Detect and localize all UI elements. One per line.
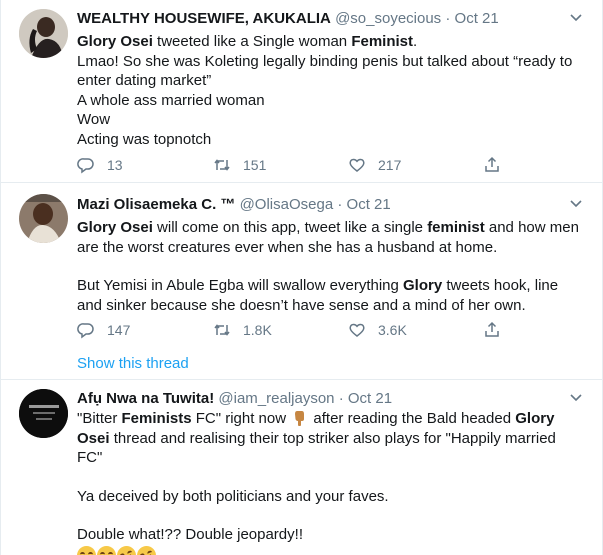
timeline: WEALTHY HOUSEWIFE, AKUKALIA @so_soyeciou… xyxy=(0,0,603,555)
show-thread-link[interactable]: Show this thread xyxy=(77,354,189,374)
reply-count: 147 xyxy=(107,322,131,338)
chevron-down-icon[interactable] xyxy=(568,9,584,25)
bold-text: Glory Osei xyxy=(77,33,153,50)
tweet-text: Glory Osei will come on this app, tweet … xyxy=(77,218,584,315)
text-run: But Yemisi in Abule Egba will swallow ev… xyxy=(77,277,404,294)
bold-text: feminist xyxy=(427,219,485,236)
tweet-date[interactable]: Oct 21 xyxy=(348,390,392,407)
tweet-text: "Bitter Feminists FC" right now after re… xyxy=(77,409,584,555)
reply-icon xyxy=(77,158,94,174)
tweet-line: A whole ass married woman xyxy=(77,91,584,111)
text-run: A whole ass married woman xyxy=(77,91,265,109)
emoji-row xyxy=(77,542,584,555)
separator-dot: · xyxy=(338,390,344,407)
text-run: Acting was topnotch xyxy=(77,130,212,148)
retweet-button[interactable]: 1.8K xyxy=(213,320,272,340)
retweet-count: 1.8K xyxy=(243,322,272,338)
tweet-actions: 147 1.8K 3.6K xyxy=(77,320,507,340)
text-run: Ya deceived by both politicians and your… xyxy=(77,487,389,505)
tweet-line: Ya deceived by both politicians and your… xyxy=(77,487,584,507)
text-run: "Bitter xyxy=(77,410,122,427)
tweet-header: Mazi Olisaemeka C. ™ @OlisaOsega · Oct 2… xyxy=(77,195,562,215)
text-run: thread and realising their top striker a… xyxy=(77,429,556,467)
share-button[interactable] xyxy=(483,155,501,175)
bold-text: Glory Osei xyxy=(77,219,153,236)
tweet-line: "Bitter Feminists FC" right now after re… xyxy=(77,409,584,468)
retweet-count: 151 xyxy=(243,157,267,173)
tweet-text: Glory Osei tweeted like a Single woman F… xyxy=(77,32,584,149)
tweet-3[interactable]: Afụ Nwa na Tuwita! @iam_realjayson · Oct… xyxy=(1,380,602,555)
retweet-button[interactable]: 151 xyxy=(213,155,266,175)
text-run: . xyxy=(413,33,418,50)
avatar[interactable] xyxy=(19,9,68,58)
reply-icon xyxy=(77,323,94,339)
bold-text: Feminist xyxy=(351,33,414,50)
chevron-down-icon[interactable] xyxy=(568,195,584,211)
tweet-line: Glory Osei tweeted like a Single woman F… xyxy=(77,32,584,52)
bold-text: Feminists xyxy=(121,410,192,427)
text-run: will come on this app, tweet like a sing… xyxy=(152,219,428,236)
tweet-header: Afụ Nwa na Tuwita! @iam_realjayson · Oct… xyxy=(77,389,562,409)
reply-button[interactable]: 13 xyxy=(77,155,123,175)
tweet-header: WEALTHY HOUSEWIFE, AKUKALIA @so_soyeciou… xyxy=(77,9,562,29)
user-handle[interactable]: @OlisaOsega xyxy=(240,196,334,213)
tweet-line: Wow xyxy=(77,110,584,130)
tweet-line: Acting was topnotch xyxy=(77,130,584,150)
display-name[interactable]: WEALTHY HOUSEWIFE, AKUKALIA xyxy=(77,10,331,27)
retweet-icon xyxy=(214,324,230,336)
display-name[interactable]: Mazi Olisaemeka C. ™ xyxy=(77,196,235,213)
separator-dot: · xyxy=(337,196,343,213)
text-run: Double what!?? Double jeopardy!! xyxy=(77,526,303,543)
face-with-tears-of-joy-icon xyxy=(97,545,116,555)
share-icon xyxy=(485,156,499,172)
tweet-line: Double what!?? Double jeopardy!! xyxy=(77,525,584,545)
pointing-down-emoji-icon xyxy=(293,410,306,426)
retweet-icon xyxy=(214,159,230,171)
avatar[interactable] xyxy=(19,194,68,243)
like-icon xyxy=(349,323,365,337)
tweet-1[interactable]: WEALTHY HOUSEWIFE, AKUKALIA @so_soyeciou… xyxy=(1,0,602,183)
text-run: FC" right now xyxy=(191,410,291,427)
rolling-on-floor-laughing-icon xyxy=(114,542,139,555)
tweet-date[interactable]: Oct 21 xyxy=(347,196,391,213)
share-icon xyxy=(485,321,499,337)
avatar[interactable] xyxy=(19,389,68,438)
like-button[interactable]: 217 xyxy=(348,155,401,175)
tweet-line: Lmao! So she was Koleting legally bindin… xyxy=(77,52,584,91)
tweet-actions: 13 151 217 xyxy=(77,155,507,175)
text-run: Wow xyxy=(77,111,111,128)
separator-dot: · xyxy=(445,10,451,27)
like-icon xyxy=(349,158,365,172)
text-run: after reading the Bald headed xyxy=(309,410,516,427)
user-handle[interactable]: @iam_realjayson xyxy=(218,390,334,407)
text-run: tweeted like a Single woman xyxy=(152,33,352,50)
text-run: Lmao! So she was Koleting legally bindin… xyxy=(77,52,573,90)
display-name[interactable]: Afụ Nwa na Tuwita! xyxy=(77,390,214,407)
face-with-tears-of-joy-icon xyxy=(77,545,96,555)
reply-count: 13 xyxy=(107,157,123,173)
chevron-down-icon[interactable] xyxy=(568,389,584,405)
like-count: 3.6K xyxy=(378,322,407,338)
rolling-on-floor-laughing-icon xyxy=(134,542,159,555)
tweet-2[interactable]: Mazi Olisaemeka C. ™ @OlisaOsega · Oct 2… xyxy=(1,183,602,380)
like-count: 217 xyxy=(378,157,402,173)
tweet-line: But Yemisi in Abule Egba will swallow ev… xyxy=(77,276,584,315)
like-button[interactable]: 3.6K xyxy=(348,320,407,340)
tweet-line: Glory Osei will come on this app, tweet … xyxy=(77,218,584,257)
user-handle[interactable]: @so_soyecious xyxy=(335,10,441,27)
share-button[interactable] xyxy=(483,320,501,340)
tweet-date[interactable]: Oct 21 xyxy=(455,10,499,27)
bold-text: Glory xyxy=(403,277,443,294)
reply-button[interactable]: 147 xyxy=(77,320,130,340)
